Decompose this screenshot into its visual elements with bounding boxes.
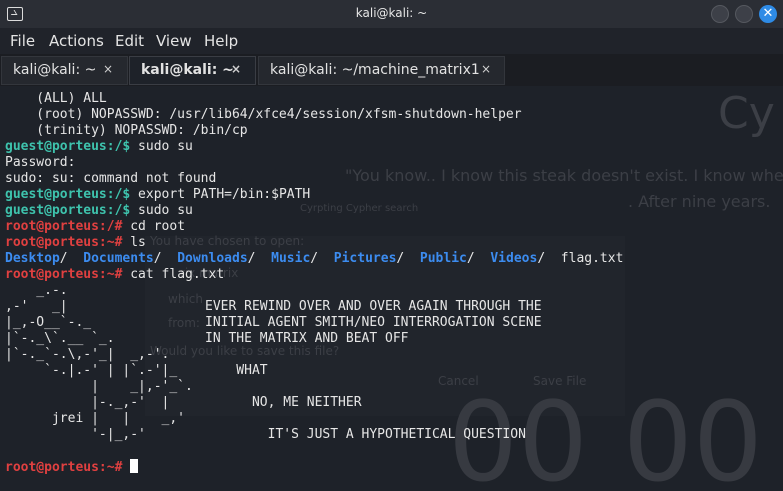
flag-line: EVER REWIND OVER AND OVER AGAIN THROUGH … <box>205 299 542 314</box>
ascii-art-line: ,-' _| <box>5 299 68 314</box>
tab-1[interactable]: kali@kali: ~ × <box>1 56 128 85</box>
prompt-guest: guest@porteus:/$ <box>5 203 131 218</box>
ascii-art-line: '-|_,-' <box>5 427 146 442</box>
command-text: export PATH=/bin:$PATH <box>130 187 311 202</box>
menu-view[interactable]: View <box>156 32 192 50</box>
terminal-prompt-line[interactable]: root@porteus:~# <box>5 459 139 476</box>
terminal-line: Password: <box>5 155 623 171</box>
window-title: kali@kali: ~ <box>355 6 428 20</box>
terminal-view[interactable]: Cy "You know.. I know this steak doesn't… <box>0 86 783 491</box>
title-bar: kali@kali: ~ ✕ <box>0 0 783 28</box>
background-quote-2: . After nine years. <box>628 192 771 211</box>
flag-line <box>205 411 542 427</box>
flag-line: NO, ME NEITHER <box>205 395 362 410</box>
command-text: sudo su <box>130 139 193 154</box>
background-heading: Cy <box>718 88 775 139</box>
output-text: sudo: su: command not found <box>5 171 217 186</box>
ascii-art-line: |_,-O__`-._ <box>5 315 92 330</box>
terminal-line: (ALL) ALL <box>5 91 623 107</box>
close-button[interactable]: ✕ <box>759 5 777 23</box>
menu-edit[interactable]: Edit <box>115 32 144 50</box>
tab-2[interactable]: kali@kali: ~ × <box>129 56 256 85</box>
maximize-button[interactable] <box>735 5 753 23</box>
flag-line <box>205 347 542 363</box>
ascii-art-line: `-.|.-' | |`.-'|_ <box>5 363 178 378</box>
terminal-output: (ALL) ALL (root) NOPASSWD: /usr/lib64/xf… <box>5 91 623 283</box>
ascii-art: _.-. ,-' _| |_,-O__`-._ |`-._\`.__ `_. |`-._… <box>5 283 193 443</box>
output-text: (root) NOPASSWD: /usr/lib64/xfce4/sessio… <box>5 107 522 122</box>
terminal-line: guest@porteus:/$ export PATH=/bin:$PATH <box>5 187 623 203</box>
flag-line: IN THE MATRIX AND BEAT OFF <box>205 331 409 346</box>
tab-3[interactable]: kali@kali: ~/machine_matrix1 × <box>258 56 505 85</box>
output-text: (ALL) ALL <box>5 91 107 106</box>
menu-file[interactable]: File <box>10 32 35 50</box>
command-text: sudo su <box>130 203 193 218</box>
terminal-line: sudo: su: command not found <box>5 171 623 187</box>
flag-line: INITIAL AGENT SMITH/NEO INTERROGATION SC… <box>205 315 542 330</box>
menu-actions[interactable]: Actions <box>49 32 104 50</box>
ascii-art-line: jrei | | _,' <box>5 411 186 426</box>
ls-directory: Pictures <box>333 251 397 266</box>
command-text: cat flag.txt <box>122 267 225 282</box>
ls-directory: Downloads <box>177 251 248 266</box>
prompt-root: root@porteus:~# <box>5 460 123 475</box>
prompt-root: root@porteus:/# <box>5 219 123 234</box>
menu-bar: File Actions Edit View Help <box>0 28 783 54</box>
ls-directory: Music <box>271 251 311 266</box>
prompt-root: root@porteus:~# <box>5 235 123 250</box>
terminal-line: root@porteus:~# cat flag.txt <box>5 267 623 283</box>
ls-file: flag.txt <box>560 251 624 266</box>
tab-close-icon[interactable]: × <box>103 62 113 76</box>
terminal-line: root@porteus:~# ls <box>5 235 623 251</box>
tab-label: kali@kali: ~ <box>141 62 234 78</box>
tab-close-icon[interactable]: × <box>231 62 241 76</box>
minimize-button[interactable] <box>711 5 729 23</box>
command-text: ls <box>122 235 146 250</box>
ascii-art-line: _.-. <box>5 283 68 298</box>
text-cursor <box>130 459 139 473</box>
ascii-art-line: | _|,-'_`. <box>5 379 193 394</box>
tab-bar: kali@kali: ~ × kali@kali: ~ × kali@kali:… <box>0 54 783 86</box>
tab-label: kali@kali: ~ <box>13 62 97 78</box>
ls-directory: Public <box>419 251 467 266</box>
terminal-line: (trinity) NOPASSWD: /bin/cp <box>5 123 623 139</box>
ascii-art-line: |`-._\`.__ `_. <box>5 331 115 346</box>
ascii-art-line: |`-._`-.\,-'_| _,-'. <box>5 347 170 362</box>
prompt-guest: guest@porteus:/$ <box>5 187 131 202</box>
menu-help[interactable]: Help <box>204 32 238 50</box>
flag-content: EVER REWIND OVER AND OVER AGAIN THROUGH … <box>205 299 542 443</box>
ls-directory: Videos <box>490 251 538 266</box>
terminal-line: Desktop/ Documents/ Downloads/ Music/ Pi… <box>5 251 624 266</box>
flag-line: WHAT <box>205 363 268 378</box>
terminal-line: guest@porteus:/$ sudo su <box>5 139 623 155</box>
terminal-line: (root) NOPASSWD: /usr/lib64/xfce4/sessio… <box>5 107 623 123</box>
tab-label: kali@kali: ~/machine_matrix1 <box>270 62 480 78</box>
terminal-line: guest@porteus:/$ sudo su <box>5 203 623 219</box>
ls-directory: Documents <box>83 251 154 266</box>
command-text: cd root <box>122 219 186 234</box>
ls-directory: Desktop <box>5 251 60 266</box>
tab-close-icon[interactable]: × <box>481 62 491 76</box>
output-text: Password: <box>5 155 76 170</box>
output-text: (trinity) NOPASSWD: /bin/cp <box>5 123 248 138</box>
prompt-guest: guest@porteus:/$ <box>5 139 131 154</box>
flag-line: IT'S JUST A HYPOTHETICAL QUESTION <box>205 427 526 442</box>
ascii-art-line: |-._,-' | <box>5 395 170 410</box>
terminal-line: root@porteus:/# cd root <box>5 219 623 235</box>
prompt-root: root@porteus:~# <box>5 267 123 282</box>
flag-line <box>205 379 542 395</box>
